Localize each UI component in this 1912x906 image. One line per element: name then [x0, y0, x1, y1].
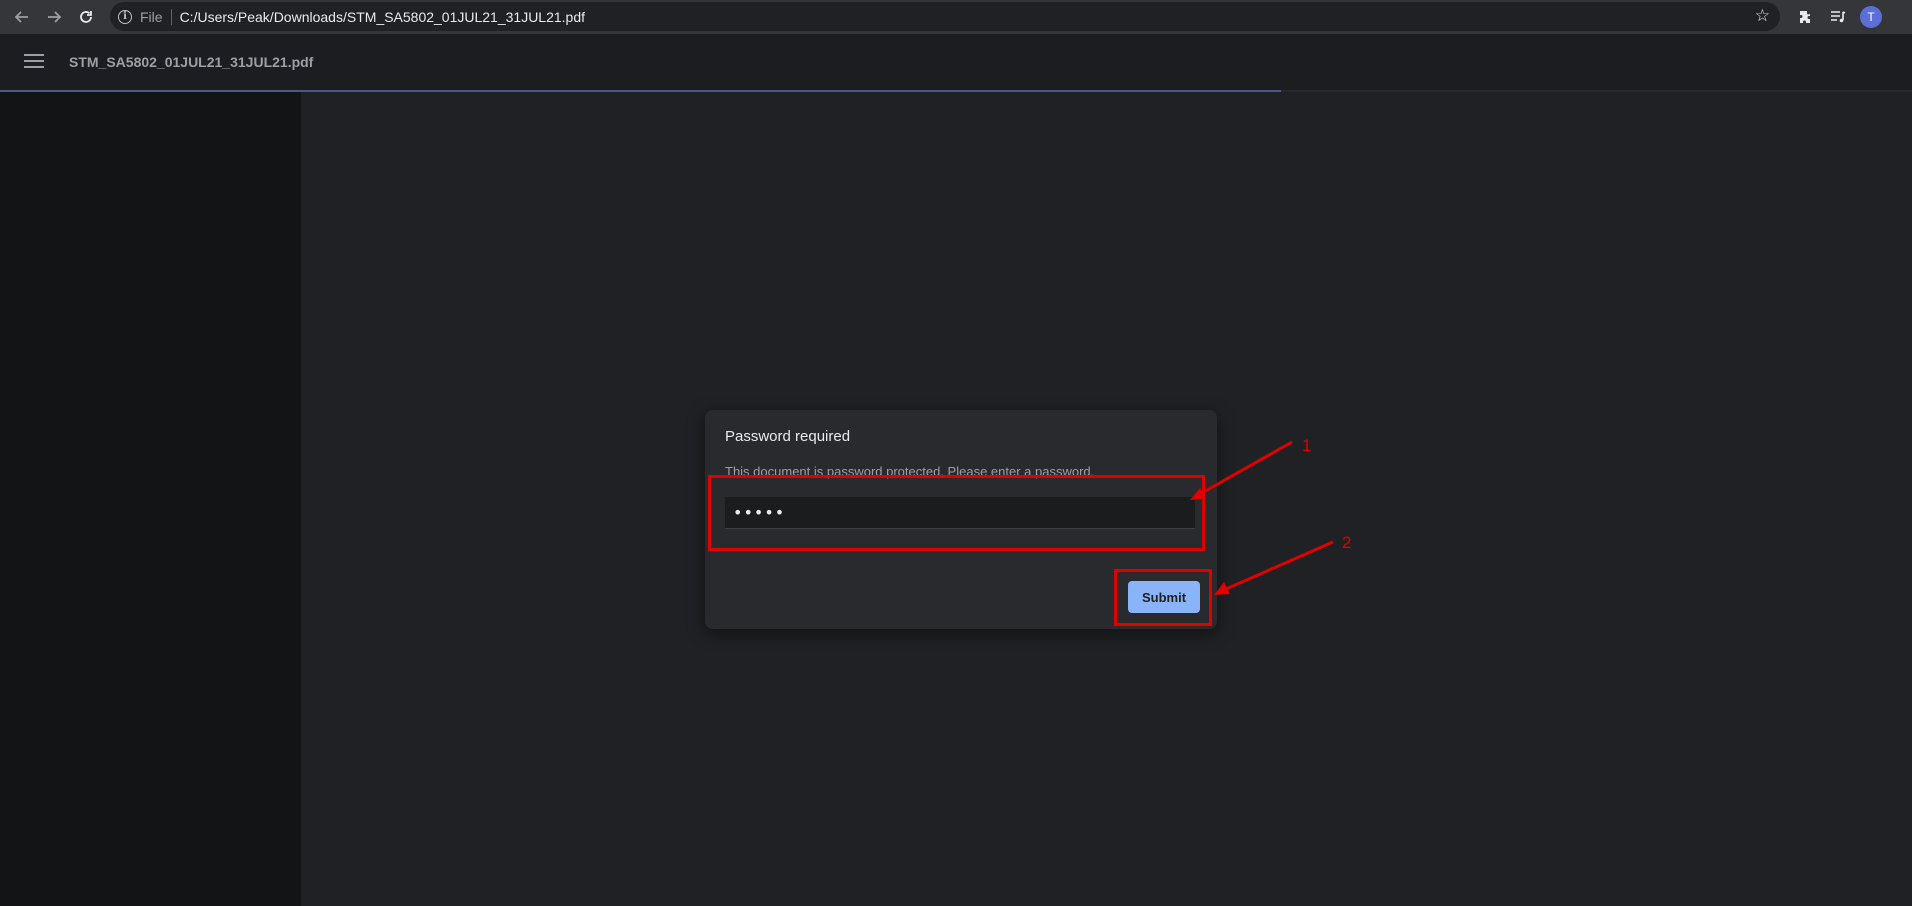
annotation-label-1: 1: [1302, 436, 1312, 455]
annotation-arrows: [1190, 440, 1334, 595]
annotation-arrow-1: [1199, 440, 1293, 496]
annotation-label-2: 2: [1342, 533, 1352, 552]
annotation-arrowhead-1: [1190, 488, 1206, 500]
annotation-arrow-2: [1225, 540, 1334, 591]
